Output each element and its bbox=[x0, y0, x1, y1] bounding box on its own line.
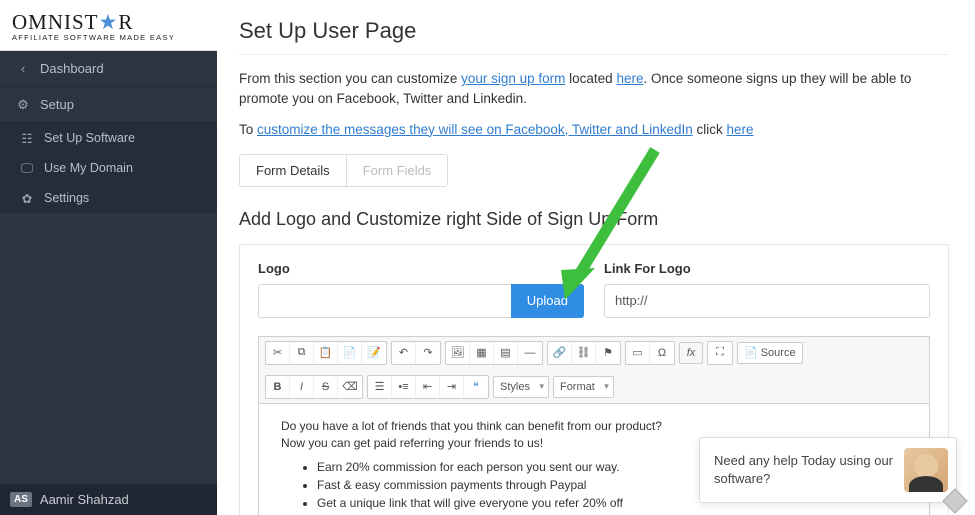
nav-use-domain[interactable]: 🖵 Use My Domain bbox=[0, 153, 217, 183]
nav-sub-label: Settings bbox=[44, 191, 89, 205]
maximize-icon[interactable]: ⛶ bbox=[708, 342, 732, 364]
signup-form-link[interactable]: your sign up form bbox=[461, 71, 565, 86]
intro-text: click bbox=[693, 122, 727, 137]
bullet-list-icon[interactable]: •≡ bbox=[392, 376, 416, 398]
nav-setup-software[interactable]: ☷ Set Up Software bbox=[0, 123, 217, 153]
char-icon[interactable]: Ω bbox=[650, 342, 674, 364]
logo-file-input[interactable] bbox=[258, 284, 511, 318]
brand-name-post: R bbox=[118, 10, 133, 34]
logo-link-input[interactable] bbox=[604, 284, 930, 318]
chat-message: Need any help Today using our software? bbox=[714, 452, 896, 487]
editor-toolbar: ✂ ⧉ 📋 📄 📝 ↶ ↷ 🖼 ▦ ▤ — 🔗 bbox=[259, 337, 929, 404]
indent-icon[interactable]: ⇥ bbox=[440, 376, 464, 398]
intro-paragraph-1: From this section you can customize your… bbox=[239, 69, 949, 110]
section-title: Add Logo and Customize right Side of Sig… bbox=[239, 209, 949, 230]
iframe-icon[interactable]: ▭ bbox=[626, 342, 650, 364]
upload-button[interactable]: Upload bbox=[511, 284, 584, 318]
brand-name-pre: OMNIST bbox=[12, 10, 99, 34]
sidebar: OMNIST★R AFFILIATE SOFTWARE MADE EASY ‹ D… bbox=[0, 0, 217, 515]
page-title: Set Up User Page bbox=[239, 18, 949, 44]
paste-text-icon[interactable]: 📄 bbox=[338, 342, 362, 364]
nav-sub-label: Set Up Software bbox=[44, 131, 135, 145]
signup-here-link[interactable]: here bbox=[616, 71, 643, 86]
italic-icon[interactable]: I bbox=[290, 376, 314, 398]
intro-paragraph-2: To customize the messages they will see … bbox=[239, 120, 949, 140]
sliders-icon: ☷ bbox=[20, 131, 34, 146]
bold-icon[interactable]: B bbox=[266, 376, 290, 398]
hr-icon[interactable]: — bbox=[518, 342, 542, 364]
anchor-icon[interactable]: ⚑ bbox=[596, 342, 620, 364]
chevron-left-icon: ‹ bbox=[16, 61, 30, 76]
media-icon[interactable]: ▦ bbox=[470, 342, 494, 364]
user-name: Aamir Shahzad bbox=[40, 492, 129, 507]
image-icon[interactable]: 🖼 bbox=[446, 342, 470, 364]
brand-tagline: AFFILIATE SOFTWARE MADE EASY bbox=[12, 33, 205, 42]
link-icon[interactable]: 🔗 bbox=[548, 342, 572, 364]
form-tabs: Form Details Form Fields bbox=[239, 154, 448, 187]
user-initials-badge: AS bbox=[10, 492, 32, 507]
tab-form-fields[interactable]: Form Fields bbox=[347, 155, 448, 186]
tab-form-details[interactable]: Form Details bbox=[240, 155, 347, 186]
link-label: Link For Logo bbox=[604, 261, 930, 276]
blockquote-icon[interactable]: ❝ bbox=[464, 376, 488, 398]
cut-icon[interactable]: ✂ bbox=[266, 342, 290, 364]
customize-messages-link[interactable]: customize the messages they will see on … bbox=[257, 122, 693, 137]
nav-settings[interactable]: ✿ Settings bbox=[0, 183, 217, 213]
intro-text: located bbox=[565, 71, 616, 86]
outdent-icon[interactable]: ⇤ bbox=[416, 376, 440, 398]
table-icon[interactable]: ▤ bbox=[494, 342, 518, 364]
nav-dashboard-label: Dashboard bbox=[40, 61, 104, 76]
user-row[interactable]: AS Aamir Shahzad bbox=[0, 484, 217, 515]
source-button[interactable]: 📄 Source bbox=[737, 342, 803, 364]
fx-icon[interactable]: fx bbox=[679, 342, 703, 364]
intro-text: From this section you can customize bbox=[239, 71, 461, 86]
intro-text: To bbox=[239, 122, 257, 137]
strike-icon[interactable]: S bbox=[314, 376, 338, 398]
paste-word-icon[interactable]: 📝 bbox=[362, 342, 386, 364]
logo-label: Logo bbox=[258, 261, 584, 276]
editor-line: Do you have a lot of friends that you th… bbox=[281, 418, 907, 435]
source-label: Source bbox=[761, 347, 796, 359]
format-select[interactable]: Format bbox=[553, 376, 614, 398]
star-icon: ★ bbox=[99, 10, 119, 34]
monitor-icon: 🖵 bbox=[20, 161, 34, 176]
nav-setup-label: Setup bbox=[40, 97, 74, 112]
paste-icon[interactable]: 📋 bbox=[314, 342, 338, 364]
nav-sub-label: Use My Domain bbox=[44, 161, 133, 175]
redo-icon[interactable]: ↷ bbox=[416, 342, 440, 364]
gear-icon: ✿ bbox=[20, 191, 34, 206]
divider bbox=[239, 54, 949, 55]
nav-setup[interactable]: ⚙ Setup bbox=[0, 87, 217, 123]
chat-widget[interactable]: Need any help Today using our software? bbox=[699, 437, 957, 503]
undo-icon[interactable]: ↶ bbox=[392, 342, 416, 364]
copy-icon[interactable]: ⧉ bbox=[290, 342, 314, 364]
unlink-icon[interactable]: ⛓ bbox=[572, 342, 596, 364]
brand-logo: OMNIST★R AFFILIATE SOFTWARE MADE EASY bbox=[0, 0, 217, 51]
nav-dashboard[interactable]: ‹ Dashboard bbox=[0, 51, 217, 87]
customize-here-link[interactable]: here bbox=[727, 122, 754, 137]
styles-select[interactable]: Styles bbox=[493, 376, 549, 398]
clear-format-icon[interactable]: ⌫ bbox=[338, 376, 362, 398]
numbered-list-icon[interactable]: ☰ bbox=[368, 376, 392, 398]
gauge-icon: ⚙ bbox=[16, 97, 30, 113]
chat-avatar bbox=[904, 448, 948, 492]
